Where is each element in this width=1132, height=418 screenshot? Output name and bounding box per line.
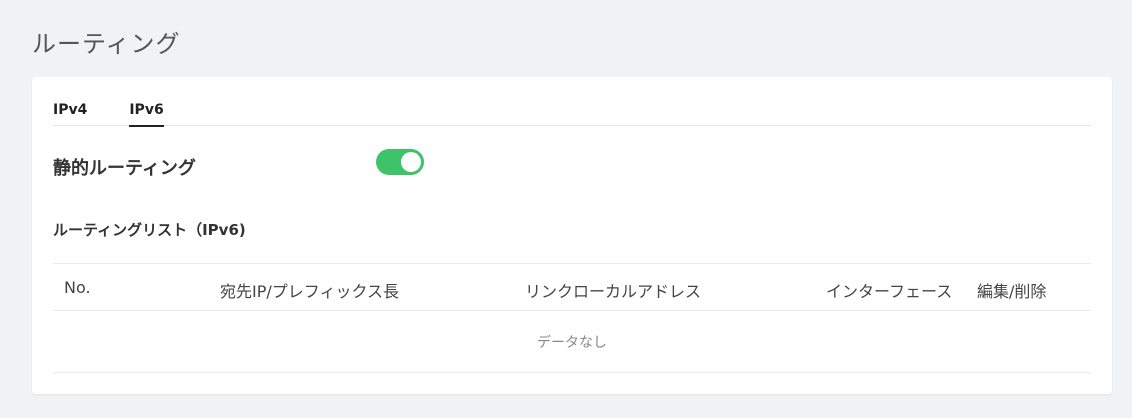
column-header-link-local: リンクローカルアドレス bbox=[525, 282, 702, 301]
routing-card: IPv4 IPv6 静的ルーティング ルーティングリスト（IPv6) No. 宛… bbox=[32, 77, 1112, 394]
routing-table: No. 宛先IP/プレフィックス長 リンクローカルアドレス インターフェース 編… bbox=[53, 263, 1091, 373]
static-routing-label: 静的ルーティング bbox=[53, 158, 196, 179]
static-routing-toggle[interactable] bbox=[376, 149, 424, 175]
ip-version-tabs: IPv4 IPv6 bbox=[53, 101, 1091, 127]
table-header: No. 宛先IP/プレフィックス長 リンクローカルアドレス インターフェース 編… bbox=[53, 263, 1091, 311]
empty-table-message: データなし bbox=[53, 311, 1091, 373]
tab-ipv6[interactable]: IPv6 bbox=[129, 101, 165, 127]
column-header-interface: インターフェース bbox=[826, 282, 953, 301]
column-header-no: No. bbox=[64, 278, 91, 297]
toggle-knob bbox=[401, 152, 421, 172]
column-header-edit-delete: 編集/削除 bbox=[977, 282, 1047, 301]
column-header-destination: 宛先IP/プレフィックス長 bbox=[220, 282, 399, 301]
tab-ipv4[interactable]: IPv4 bbox=[53, 101, 87, 126]
routing-list-title: ルーティングリスト（IPv6) bbox=[53, 221, 246, 239]
page-title: ルーティング bbox=[32, 30, 181, 58]
